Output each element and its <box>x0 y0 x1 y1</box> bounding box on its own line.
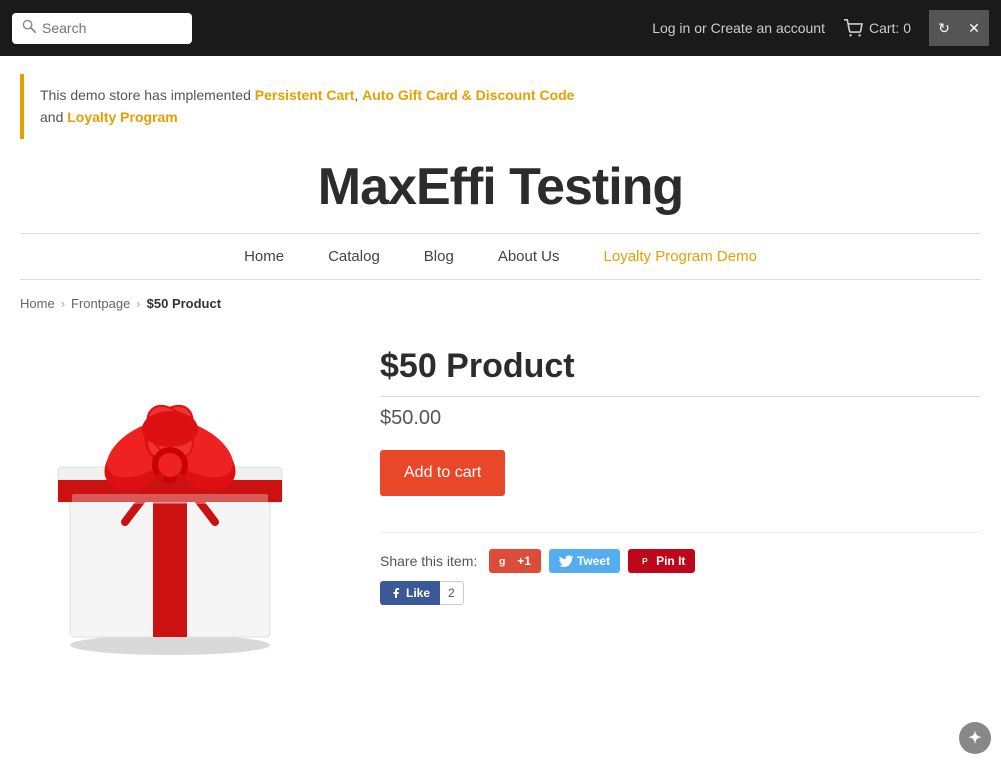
notice-and-text: and <box>40 109 67 125</box>
top-bar: Log in or Create an account Cart: 0 ↻ ✕ <box>0 0 1001 56</box>
search-icon <box>22 19 36 38</box>
notice-sep1: , <box>354 87 362 103</box>
cart-link[interactable]: Cart: 0 <box>843 19 911 37</box>
auth-links: Log in or Create an account <box>652 20 825 36</box>
product-name: $50 Product <box>380 347 981 386</box>
share-section: Share this item: g +1 Tweet P Pin It <box>380 549 981 573</box>
svg-text:P: P <box>642 557 648 566</box>
breadcrumb-home[interactable]: Home <box>20 296 55 311</box>
top-bar-right: Log in or Create an account Cart: 0 ↻ ✕ <box>652 10 989 46</box>
product-divider <box>380 396 981 397</box>
login-link[interactable]: Log in <box>652 20 690 36</box>
like-section: Like 2 <box>380 581 464 605</box>
notice-banner: This demo store has implemented Persiste… <box>20 74 981 139</box>
product-image <box>20 337 320 657</box>
product-image-container <box>20 337 340 662</box>
or-text: or <box>694 20 710 36</box>
svg-text:g: g <box>499 555 505 567</box>
gplus-label: +1 <box>517 554 531 568</box>
facebook-icon <box>390 587 402 599</box>
breadcrumb-current: $50 Product <box>147 296 221 311</box>
nav-home[interactable]: Home <box>222 234 306 279</box>
store-title: MaxEffi Testing <box>0 157 1001 217</box>
cart-icon <box>843 19 863 37</box>
nav-about[interactable]: About Us <box>476 234 582 279</box>
notice-text-before: This demo store has implemented <box>40 87 255 103</box>
cart-label: Cart: 0 <box>869 20 911 36</box>
search-box <box>12 13 192 44</box>
like-button[interactable]: Like <box>380 581 440 605</box>
nav-blog[interactable]: Blog <box>402 234 476 279</box>
gplus-button[interactable]: g +1 <box>489 549 541 573</box>
search-input[interactable] <box>42 20 182 36</box>
pin-button[interactable]: P Pin It <box>628 549 695 573</box>
tweet-label: Tweet <box>577 554 610 568</box>
breadcrumb-frontpage[interactable]: Frontpage <box>71 296 130 311</box>
discount-code-link[interactable]: Auto Gift Card & Discount Code <box>362 87 574 103</box>
product-details: $50 Product $50.00 Add to cart Share thi… <box>380 337 981 605</box>
nav-loyalty[interactable]: Loyalty Program Demo <box>582 234 779 279</box>
bottom-bar: ✦ <box>959 722 991 754</box>
window-controls: ↻ ✕ <box>929 10 989 46</box>
pinterest-icon: P <box>638 554 652 568</box>
pin-label: Pin It <box>656 554 685 568</box>
like-label: Like <box>406 586 430 600</box>
product-divider2 <box>380 532 981 533</box>
add-to-cart-button[interactable]: Add to cart <box>380 450 505 496</box>
persistent-cart-link[interactable]: Persistent Cart <box>255 87 355 103</box>
nav-catalog[interactable]: Catalog <box>306 234 402 279</box>
product-section: $50 Product $50.00 Add to cart Share thi… <box>0 327 1001 692</box>
loyalty-program-link[interactable]: Loyalty Program <box>67 109 177 125</box>
watermark-icon: ✦ <box>959 722 991 754</box>
tweet-button[interactable]: Tweet <box>549 549 620 573</box>
share-label: Share this item: <box>380 553 477 569</box>
breadcrumb-sep1: › <box>61 296 65 311</box>
create-account-link[interactable]: Create an account <box>711 20 825 36</box>
reload-button[interactable]: ↻ <box>929 10 959 46</box>
twitter-icon <box>559 555 573 567</box>
close-button[interactable]: ✕ <box>959 10 989 46</box>
breadcrumb: Home › Frontpage › $50 Product <box>0 280 1001 327</box>
main-nav: Home Catalog Blog About Us Loyalty Progr… <box>20 233 981 280</box>
breadcrumb-sep2: › <box>136 296 140 311</box>
gplus-icon: g <box>499 554 513 568</box>
like-count: 2 <box>440 581 464 605</box>
product-price: $50.00 <box>380 407 981 430</box>
